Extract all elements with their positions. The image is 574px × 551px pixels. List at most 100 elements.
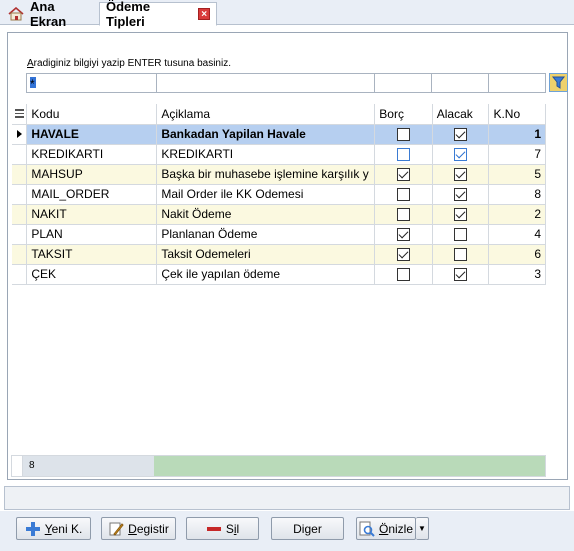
table-row[interactable]: PLAN Planlanan Ödeme 4 <box>12 223 546 245</box>
row-indicator <box>12 243 28 265</box>
column-header-aciklama[interactable]: Açiklama <box>156 104 376 125</box>
filter-input-aciklama[interactable] <box>156 73 375 93</box>
delete-button[interactable]: Sil <box>186 517 259 540</box>
kno-cell[interactable]: 8 <box>488 183 546 205</box>
column-header-borc[interactable]: Borç <box>374 104 433 125</box>
borc-checkbox[interactable] <box>397 268 411 282</box>
kodu-cell[interactable]: ÇEK <box>26 263 158 285</box>
table-row[interactable]: KREDIKARTI KREDIKARTI 7 <box>12 143 546 165</box>
borc-cell[interactable] <box>374 263 433 285</box>
aciklama-cell[interactable]: Taksit Odemeleri <box>156 243 376 265</box>
borc-checkbox[interactable] <box>397 148 411 162</box>
kno-cell[interactable]: 5 <box>488 163 546 185</box>
borc-cell[interactable] <box>374 223 433 245</box>
borc-checkbox[interactable] <box>397 208 411 222</box>
column-header-kno[interactable]: K.No <box>488 104 546 125</box>
aciklama-cell[interactable]: Başka bir muhasebe işlemine karşılık y <box>156 163 376 185</box>
column-chooser-icon[interactable] <box>12 104 28 125</box>
kno-cell[interactable]: 3 <box>488 263 546 285</box>
kodu-cell[interactable]: MAIL_ORDER <box>26 183 158 205</box>
table-row[interactable]: ÇEK Çek ile yapılan ödeme 3 <box>12 263 546 285</box>
alacak-cell[interactable] <box>431 143 490 165</box>
aciklama-cell[interactable]: Bankadan Yapilan Havale <box>156 123 376 145</box>
borc-checkbox[interactable] <box>397 168 411 182</box>
alacak-checkbox[interactable] <box>454 228 468 242</box>
table-row[interactable]: TAKSIT Taksit Odemeleri 6 <box>12 243 546 265</box>
alacak-checkbox[interactable] <box>454 168 468 182</box>
borc-checkbox[interactable] <box>397 188 411 202</box>
kodu-cell[interactable]: MAHSUP <box>26 163 158 185</box>
filter-input-alacak[interactable] <box>431 73 489 93</box>
alacak-checkbox[interactable] <box>454 268 468 282</box>
alacak-checkbox[interactable] <box>454 248 468 262</box>
borc-cell[interactable] <box>374 243 433 265</box>
alacak-cell[interactable] <box>431 183 490 205</box>
alacak-checkbox[interactable] <box>454 148 468 162</box>
row-indicator <box>12 183 28 205</box>
alacak-cell[interactable] <box>431 263 490 285</box>
tab-odeme-tipleri[interactable]: Ödeme Tipleri × <box>99 0 217 29</box>
alacak-cell[interactable] <box>431 223 490 245</box>
aciklama-cell[interactable]: Nakit Ödeme <box>156 203 376 225</box>
kodu-cell[interactable]: TAKSIT <box>26 243 158 265</box>
table-row[interactable]: NAKIT Nakit Ödeme 2 <box>12 203 546 225</box>
grid-footer: 8 <box>11 455 546 477</box>
row-indicator <box>12 123 28 145</box>
aciklama-cell[interactable]: KREDIKARTI <box>156 143 376 165</box>
alacak-cell[interactable] <box>431 163 490 185</box>
edit-button[interactable]: Degistir <box>101 517 176 540</box>
alacak-cell[interactable] <box>431 243 490 265</box>
kno-cell[interactable]: 2 <box>488 203 546 225</box>
preview-button[interactable]: Önizle <box>356 517 416 540</box>
row-indicator <box>12 203 28 225</box>
aciklama-cell[interactable]: Mail Order ile KK Odemesi <box>156 183 376 205</box>
borc-cell[interactable] <box>374 183 433 205</box>
borc-checkbox[interactable] <box>397 248 411 262</box>
borc-cell[interactable] <box>374 143 433 165</box>
aciklama-cell[interactable]: Çek ile yapılan ödeme <box>156 263 376 285</box>
status-bar <box>4 486 570 510</box>
row-count: 8 <box>23 456 154 476</box>
kno-cell[interactable]: 4 <box>488 223 546 245</box>
filter-clear-icon[interactable] <box>549 73 568 92</box>
kodu-cell[interactable]: PLAN <box>26 223 158 245</box>
aciklama-cell[interactable]: Planlanan Ödeme <box>156 223 376 245</box>
filter-input-borc[interactable] <box>374 73 432 93</box>
payment-types-grid: Kodu Açiklama Borç Alacak K.No HAVALE Ban… <box>12 104 546 285</box>
other-button[interactable]: Diger <box>271 517 344 540</box>
alacak-cell[interactable] <box>431 203 490 225</box>
grid-header-row: Kodu Açiklama Borç Alacak K.No <box>12 104 546 125</box>
preview-dropdown-chevron-icon[interactable]: ▼ <box>416 517 429 540</box>
borc-checkbox[interactable] <box>397 228 411 242</box>
kodu-cell[interactable]: HAVALE <box>26 123 158 145</box>
button-bar: Yeni K. Degistir Sil Diger Önizle ▼ <box>0 511 574 551</box>
alacak-checkbox[interactable] <box>454 188 468 202</box>
borc-cell[interactable] <box>374 123 433 145</box>
kno-cell[interactable]: 1 <box>488 123 546 145</box>
borc-cell[interactable] <box>374 203 433 225</box>
borc-cell[interactable] <box>374 163 433 185</box>
footer-summary-bar <box>154 456 545 476</box>
column-header-alacak[interactable]: Alacak <box>431 104 490 125</box>
alacak-checkbox[interactable] <box>454 128 468 142</box>
tab-label: Ödeme Tipleri <box>106 0 151 29</box>
close-icon[interactable]: × <box>198 8 210 20</box>
borc-checkbox[interactable] <box>397 128 411 142</box>
table-row[interactable]: MAIL_ORDER Mail Order ile KK Odemesi 8 <box>12 183 546 205</box>
home-icon <box>8 6 24 21</box>
new-record-button[interactable]: Yeni K. <box>16 517 91 540</box>
table-row[interactable]: HAVALE Bankadan Yapilan Havale 1 <box>12 123 546 145</box>
table-row[interactable]: MAHSUP Başka bir muhasebe işlemine karşıl… <box>12 163 546 185</box>
tab-ana-ekran[interactable]: Ana Ekran <box>2 0 99 29</box>
filter-input-kno[interactable] <box>488 73 546 93</box>
kodu-cell[interactable]: NAKIT <box>26 203 158 225</box>
alacak-checkbox[interactable] <box>454 208 468 222</box>
kno-cell[interactable]: 7 <box>488 143 546 165</box>
kodu-cell[interactable]: KREDIKARTI <box>26 143 158 165</box>
filter-row: * <box>26 73 546 93</box>
alacak-cell[interactable] <box>431 123 490 145</box>
filter-value: * <box>30 77 36 91</box>
kno-cell[interactable]: 6 <box>488 243 546 265</box>
column-header-kodu[interactable]: Kodu <box>26 104 158 125</box>
filter-input-kodu[interactable]: * <box>26 73 157 93</box>
